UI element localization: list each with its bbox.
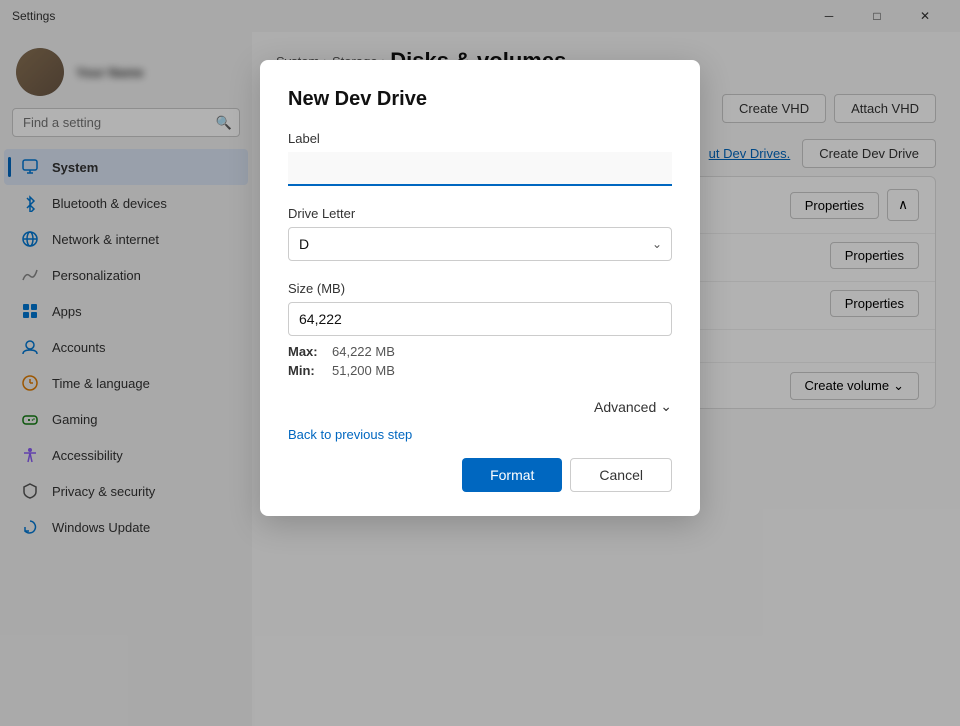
- modal-overlay: New Dev Drive Label Drive Letter D C E F…: [0, 0, 960, 726]
- new-dev-drive-dialog: New Dev Drive Label Drive Letter D C E F…: [260, 60, 700, 516]
- back-to-previous-link[interactable]: Back to previous step: [288, 427, 672, 442]
- label-form-group: Label: [288, 131, 672, 186]
- max-size-row: Max: 64,222 MB: [288, 344, 672, 359]
- max-label: Max:: [288, 344, 324, 359]
- max-value: 64,222 MB: [332, 344, 395, 359]
- advanced-row: Advanced ⌄: [288, 398, 672, 415]
- label-field-label: Label: [288, 131, 672, 146]
- label-input[interactable]: [288, 152, 672, 186]
- advanced-label: Advanced: [594, 399, 656, 415]
- min-value: 51,200 MB: [332, 363, 395, 378]
- cancel-button[interactable]: Cancel: [570, 458, 672, 492]
- drive-letter-select-wrapper: D C E F G ⌄: [288, 227, 672, 261]
- dialog-actions: Format Cancel: [288, 458, 672, 492]
- size-input[interactable]: [288, 302, 672, 336]
- size-form-group: Size (MB) Max: 64,222 MB Min: 51,200 MB: [288, 281, 672, 378]
- advanced-button[interactable]: Advanced ⌄: [594, 398, 672, 415]
- size-label: Size (MB): [288, 281, 672, 296]
- min-label: Min:: [288, 363, 324, 378]
- drive-letter-select[interactable]: D C E F G: [288, 227, 672, 261]
- back-link-row: Back to previous step: [288, 427, 672, 442]
- drive-letter-label: Drive Letter: [288, 206, 672, 221]
- advanced-chevron-icon: ⌄: [660, 398, 672, 415]
- format-button[interactable]: Format: [462, 458, 562, 492]
- drive-letter-form-group: Drive Letter D C E F G ⌄: [288, 206, 672, 261]
- min-size-row: Min: 51,200 MB: [288, 363, 672, 378]
- size-constraints: Max: 64,222 MB Min: 51,200 MB: [288, 344, 672, 378]
- dialog-title: New Dev Drive: [288, 88, 672, 111]
